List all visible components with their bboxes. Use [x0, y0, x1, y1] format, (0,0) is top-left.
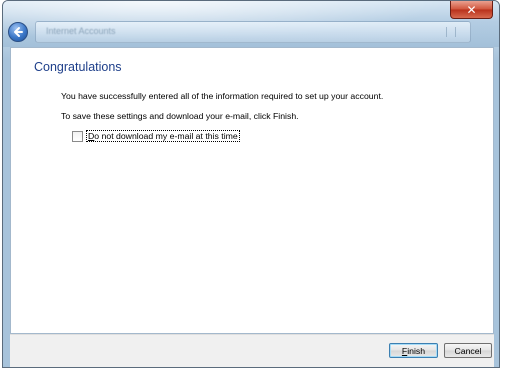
close-button[interactable]: ✕	[450, 1, 493, 19]
close-icon: ✕	[466, 2, 477, 17]
finish-button[interactable]: Finish	[389, 343, 438, 358]
no-download-option[interactable]: Do not download my e-mail at this time	[72, 130, 240, 142]
success-message: You have successfully entered all of the…	[61, 91, 384, 101]
back-arrow-icon	[14, 27, 23, 37]
cancel-button-label: Cancel	[454, 345, 482, 356]
window-title-area: Internet Accounts	[35, 21, 471, 43]
page-heading: Congratulations	[34, 60, 122, 74]
wizard-page: Congratulations You have successfully en…	[10, 47, 494, 334]
finish-instruction: To save these settings and download your…	[61, 111, 299, 121]
back-button[interactable]	[8, 22, 28, 42]
no-download-checkbox[interactable]	[72, 130, 83, 142]
window-title: Internet Accounts	[46, 26, 116, 36]
title-icon	[446, 27, 456, 37]
button-bar: Finish Cancel	[10, 334, 494, 367]
no-download-label[interactable]: Do not download my e-mail at this time	[86, 130, 240, 142]
wizard-window: ✕ Internet Accounts Congratulations You …	[2, 0, 500, 368]
title-bar: ✕ Internet Accounts	[3, 1, 499, 47]
finish-button-label: Finish	[401, 345, 426, 356]
cancel-button[interactable]: Cancel	[444, 343, 492, 358]
